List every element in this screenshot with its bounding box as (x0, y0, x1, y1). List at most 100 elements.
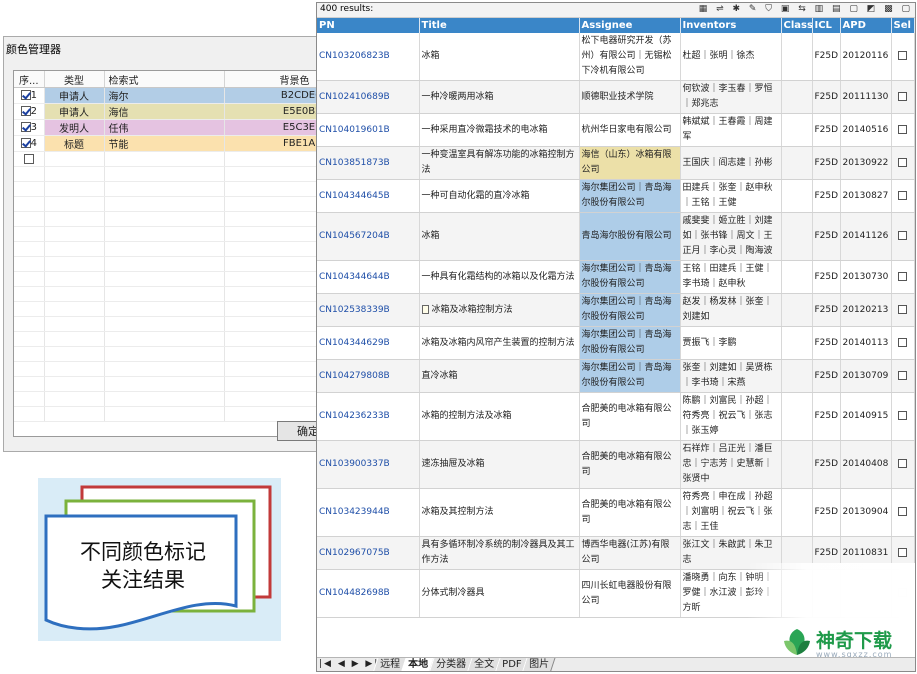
rule-type: 标题 (44, 135, 105, 152)
result-pn[interactable]: CN104344645B (317, 179, 420, 213)
result-pn[interactable]: CN103900337B (317, 440, 420, 489)
result-select-checkbox[interactable] (898, 459, 907, 468)
result-select-checkbox[interactable] (898, 337, 907, 347)
result-pn[interactable]: CN102538339B (317, 293, 420, 327)
result-select-checkbox[interactable] (898, 124, 907, 134)
result-select-cell (891, 33, 915, 81)
tab-nav-arrows-icon[interactable]: |◀ ◀ ▶ ▶| (319, 659, 379, 669)
result-select-checkbox[interactable] (898, 370, 907, 380)
col-header-type[interactable]: 类型 (44, 71, 105, 88)
col-inventors[interactable]: Inventors (680, 18, 782, 33)
result-pn[interactable]: CN102410689B (317, 80, 420, 114)
col-apd[interactable]: APD (840, 18, 892, 33)
result-icl: F25D (812, 392, 841, 441)
watermark-brand: 神奇下载 (816, 630, 893, 652)
result-pn[interactable]: CN104482698B (317, 569, 420, 618)
result-row[interactable]: CN104279808B 直冷冰箱 海尔集团公司｜青岛海尔股份有限公司 张奎｜刘建如｜… (317, 359, 915, 393)
result-pn[interactable]: CN104344629B (317, 326, 420, 360)
col-title[interactable]: Title (419, 18, 580, 33)
tab-2[interactable]: 分类器 (428, 658, 473, 671)
rule-enable-checkbox[interactable] (20, 90, 31, 100)
result-select-checkbox[interactable] (898, 411, 907, 420)
result-row[interactable]: CN104236233B 冰箱的控制方法及冰箱 合肥美的电冰箱有限公司 陈鹏｜刘富民｜… (317, 392, 915, 441)
result-pn[interactable]: CN104019601B (317, 113, 420, 147)
result-pn[interactable]: CN104344644B (317, 260, 420, 294)
result-inventors: 赵发｜杨发林｜张奎｜刘建如 (680, 293, 782, 327)
col-assignee[interactable]: Assignee (579, 18, 681, 33)
result-select-checkbox[interactable] (898, 190, 907, 200)
rule-index: 2 (30, 106, 37, 117)
result-pn[interactable]: CN103423944B (317, 488, 420, 537)
rule-enable-checkbox[interactable] (20, 106, 31, 116)
rule-color[interactable] (224, 151, 324, 167)
result-pn[interactable]: CN103206823B (317, 33, 420, 81)
rule-enable-checkbox[interactable] (20, 122, 31, 132)
result-row[interactable]: CN104344645B 一种可自动化霜的直冷冰箱 海尔集团公司｜青岛海尔股份有限公… (317, 179, 915, 213)
result-title: 冰箱及冰箱控制方法 (431, 304, 513, 315)
color-rule-row[interactable] (14, 151, 324, 167)
watermark-logo: 神奇下载 www.sqxzz.com (780, 621, 915, 661)
result-inventors: 何钦波｜李玉春｜罗恒｜郑兆志 (680, 80, 782, 114)
rule-color[interactable]: E5E0B2 (224, 103, 324, 120)
toolbar-icons[interactable]: ▦ ⇌ ✱ ✎ ⛉ ▣ ⇆ ▥ ▤ ▢ ◩ ▩ ▢ (699, 4, 913, 14)
rule-color[interactable]: FBE1AE (224, 135, 324, 152)
result-select-checkbox[interactable] (898, 51, 907, 60)
result-title: 一种具有化霜结构的冰箱以及化霜方法 (421, 271, 575, 282)
result-title-cell: 直冷冰箱 (419, 359, 580, 393)
col-icl[interactable]: ICL (812, 18, 841, 33)
tab-5[interactable]: 图片 (522, 658, 556, 671)
callout-graphic: 不同颜色标记 关注结果 (38, 478, 281, 641)
result-pn[interactable]: CN104236233B (317, 392, 420, 441)
result-row[interactable]: CN104019601B 一种采用直冷微霜技术的电冰箱 杭州华日家电有限公司 韩斌斌｜… (317, 113, 915, 147)
result-pn[interactable]: CN102967075B (317, 536, 420, 570)
color-rule-row[interactable]: 2 申请人 海信 E5E0B2 (14, 103, 324, 120)
result-select-checkbox[interactable] (898, 507, 907, 516)
rule-query: 海信 (104, 103, 225, 120)
result-icl: F25D (812, 359, 841, 393)
result-pn[interactable]: CN104567204B (317, 212, 420, 261)
rule-color[interactable]: E5C3E1 (224, 119, 324, 136)
col-sel[interactable]: Sel (891, 18, 915, 33)
result-select-checkbox[interactable] (898, 157, 907, 167)
result-row[interactable]: CN104344644B 一种具有化霜结构的冰箱以及化霜方法 海尔集团公司｜青岛海尔… (317, 260, 915, 294)
result-select-checkbox[interactable] (898, 231, 907, 240)
result-title-cell: 冰箱的控制方法及冰箱 (419, 392, 580, 441)
result-select-cell (891, 359, 915, 393)
result-class (781, 293, 813, 327)
col-header-index[interactable]: 序... (14, 71, 45, 88)
results-count: 400 results: (320, 4, 374, 14)
result-pn[interactable]: CN103851873B (317, 146, 420, 180)
result-row[interactable]: CN104567204B 冰箱 青岛海尔股份有限公司 戚斐斐｜姬立胜｜刘建如｜张书锋｜… (317, 212, 915, 261)
result-icl: F25D (812, 440, 841, 489)
document-icon[interactable] (421, 304, 429, 314)
result-row[interactable]: CN103423944B 冰箱及其控制方法 合肥美的电冰箱有限公司 符秀亮｜申在成｜孙… (317, 488, 915, 537)
rule-color[interactable]: B2CDE6 (224, 87, 324, 104)
result-row[interactable]: CN102410689B 一种冷暖两用冰箱 顺德职业技术学院 何钦波｜李玉春｜罗恒｜郑… (317, 80, 915, 114)
col-pn[interactable]: PN (317, 18, 420, 33)
result-select-checkbox[interactable] (898, 304, 907, 314)
color-rule-row[interactable]: 1 申请人 海尔 B2CDE6 (14, 87, 324, 104)
result-icl: F25D (812, 113, 841, 147)
result-title-cell: 具有多循环制冷系统的制冷器具及其工作方法 (419, 536, 580, 570)
rule-enable-checkbox[interactable] (23, 153, 34, 164)
result-row[interactable]: CN103851873B 一种变温室具有解冻功能的冰箱控制方法 海信（山东）冰箱有限… (317, 146, 915, 180)
result-icl: F25D (812, 212, 841, 261)
rule-enable-checkbox[interactable] (20, 138, 31, 148)
color-manager-dialog: 颜色管理器 序... 类型 检索式 背景色 1 申请人 海尔 B2CDE6 2 申请人 海信… (3, 36, 339, 452)
result-select-checkbox[interactable] (898, 547, 907, 557)
result-row[interactable]: CN103900337B 速冻抽屉及冰箱 合肥美的电冰箱有限公司 石祥炸｜吕正光｜潘巨… (317, 440, 915, 489)
result-select-checkbox[interactable] (898, 91, 907, 101)
result-row[interactable]: CN103206823B 冰箱 松下电器研究开发（苏州）有限公司｜无锡松下冷机有限公… (317, 33, 915, 81)
col-class[interactable]: Class (781, 18, 813, 33)
result-row[interactable]: CN102538339B 冰箱及冰箱控制方法 海尔集团公司｜青岛海尔股份有限公司 赵发… (317, 293, 915, 327)
result-select-checkbox[interactable] (898, 271, 907, 281)
result-row[interactable]: CN104344629B 冰箱及冰箱内风帘产生装置的控制方法 海尔集团公司｜青岛海尔… (317, 326, 915, 360)
callout-text: 不同颜色标记 关注结果 (60, 538, 226, 594)
col-header-bgcolor[interactable]: 背景色 (224, 71, 324, 88)
result-class (781, 488, 813, 537)
tab-label: 分类器 (436, 659, 467, 670)
col-header-query[interactable]: 检索式 (104, 71, 225, 88)
result-pn[interactable]: CN104279808B (317, 359, 420, 393)
color-rule-row[interactable]: 4 标题 节能 FBE1AE (14, 135, 324, 152)
color-rule-row[interactable]: 3 发明人 任伟 E5C3E1 (14, 119, 324, 136)
